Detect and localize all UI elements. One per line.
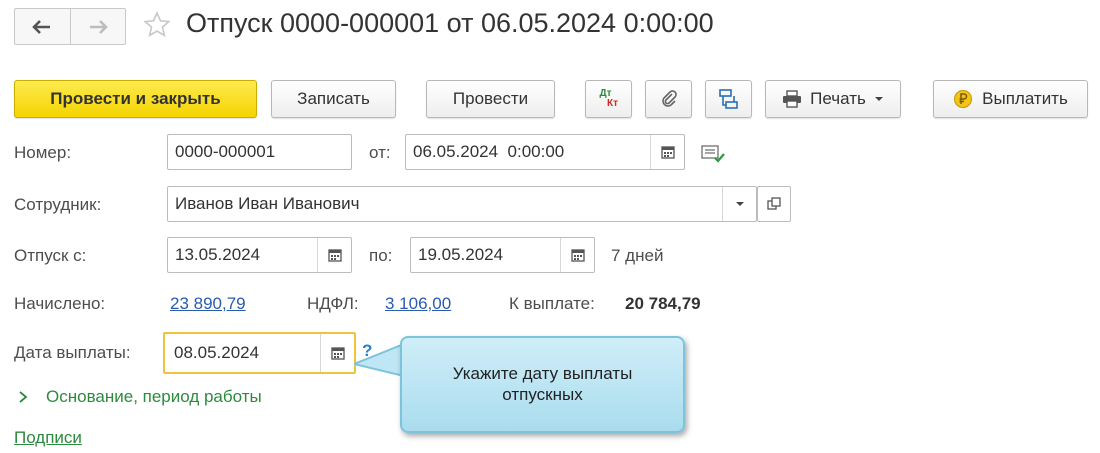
navigation-buttons xyxy=(14,8,126,45)
basis-section-label: Основание, период работы xyxy=(46,387,262,406)
hierarchy-icon xyxy=(718,89,738,109)
back-button[interactable] xyxy=(15,9,70,44)
paperclip-icon xyxy=(661,90,677,107)
payout-value: 20 784,79 xyxy=(625,294,701,313)
dt-kt-button[interactable]: Дт Кт xyxy=(585,80,632,118)
signatures-link[interactable]: Подписи xyxy=(14,428,82,448)
tooltip-line-1: Укажите дату выплаты xyxy=(452,364,633,383)
attach-button[interactable] xyxy=(645,80,692,118)
accrued-link[interactable]: 23 890,79 xyxy=(170,294,246,314)
vacation-from-calendar-button[interactable] xyxy=(317,238,351,272)
number-field[interactable]: 0000-000001 xyxy=(167,134,352,170)
open-employee-button[interactable] xyxy=(757,186,791,222)
vacation-to-value: 19.05.2024 xyxy=(418,245,504,264)
pay-date-label: Дата выплаты: xyxy=(14,343,131,362)
accrued-label: Начислено: xyxy=(14,294,106,313)
tooltip-line-2: отпускных xyxy=(502,385,583,404)
employee-field[interactable]: Иванов Иван Иванович xyxy=(167,186,757,222)
vacation-to-label: по: xyxy=(369,246,393,265)
dropdown-arrow-icon xyxy=(874,97,883,101)
from-label: от: xyxy=(369,143,391,162)
post-button[interactable]: Провести xyxy=(426,80,555,118)
calendar-icon xyxy=(327,249,342,262)
calendar-button[interactable] xyxy=(650,135,684,169)
pay-button[interactable]: Выплатить xyxy=(933,80,1088,118)
favorite-star-icon[interactable] xyxy=(142,10,172,45)
number-label: Номер: xyxy=(14,143,72,162)
vacation-from-value: 13.05.2024 xyxy=(175,245,261,264)
date-value: 06.05.2024 0:00:00 xyxy=(413,142,565,161)
tooltip: Укажите дату выплаты отпускных xyxy=(400,336,685,433)
open-window-icon xyxy=(767,197,781,210)
pay-date-calendar-button[interactable] xyxy=(320,334,354,372)
payout-label: К выплате: xyxy=(509,294,595,313)
date-field[interactable]: 06.05.2024 0:00:00 xyxy=(405,134,685,170)
employee-dropdown-button[interactable] xyxy=(722,187,756,221)
employee-label: Сотрудник: xyxy=(14,195,102,214)
ndfl-label: НДФЛ: xyxy=(307,294,359,313)
vacation-from-label: Отпуск с: xyxy=(14,246,87,265)
print-label: Печать xyxy=(810,89,866,108)
pay-date-value: 08.05.2024 xyxy=(174,343,260,362)
forward-button[interactable] xyxy=(69,9,126,44)
calendar-icon xyxy=(330,347,345,360)
ndfl-link[interactable]: 3 106,00 xyxy=(385,294,451,314)
ruble-coin-icon xyxy=(954,90,973,108)
comment-check-icon[interactable] xyxy=(701,144,727,169)
calendar-icon xyxy=(570,249,585,262)
structure-button[interactable] xyxy=(705,80,752,118)
basis-section-toggle[interactable]: Основание, период работы xyxy=(18,387,262,407)
dt-kt-icon: Дт Кт xyxy=(599,89,618,109)
vacation-days: 7 дней xyxy=(611,246,664,265)
kt-label: Кт xyxy=(606,98,618,109)
page-title: Отпуск 0000-000001 от 06.05.2024 0:00:00 xyxy=(186,8,714,38)
printer-icon xyxy=(783,90,802,108)
employee-value: Иванов Иван Иванович xyxy=(175,194,360,213)
vacation-to-field[interactable]: 19.05.2024 xyxy=(410,237,595,273)
arrow-right-icon xyxy=(89,19,108,34)
vacation-to-calendar-button[interactable] xyxy=(560,238,594,272)
chevron-down-icon xyxy=(735,202,744,206)
print-button[interactable]: Печать xyxy=(765,80,901,118)
pay-date-field[interactable]: 08.05.2024 xyxy=(163,332,356,374)
arrow-left-icon xyxy=(32,19,51,34)
chevron-right-icon xyxy=(19,391,28,403)
vacation-from-field[interactable]: 13.05.2024 xyxy=(167,237,352,273)
calendar-icon xyxy=(660,146,675,159)
pay-label: Выплатить xyxy=(982,89,1068,108)
save-button[interactable]: Записать xyxy=(271,80,396,118)
number-value: 0000-000001 xyxy=(175,142,276,161)
post-and-close-button[interactable]: Провести и закрыть xyxy=(14,80,257,118)
